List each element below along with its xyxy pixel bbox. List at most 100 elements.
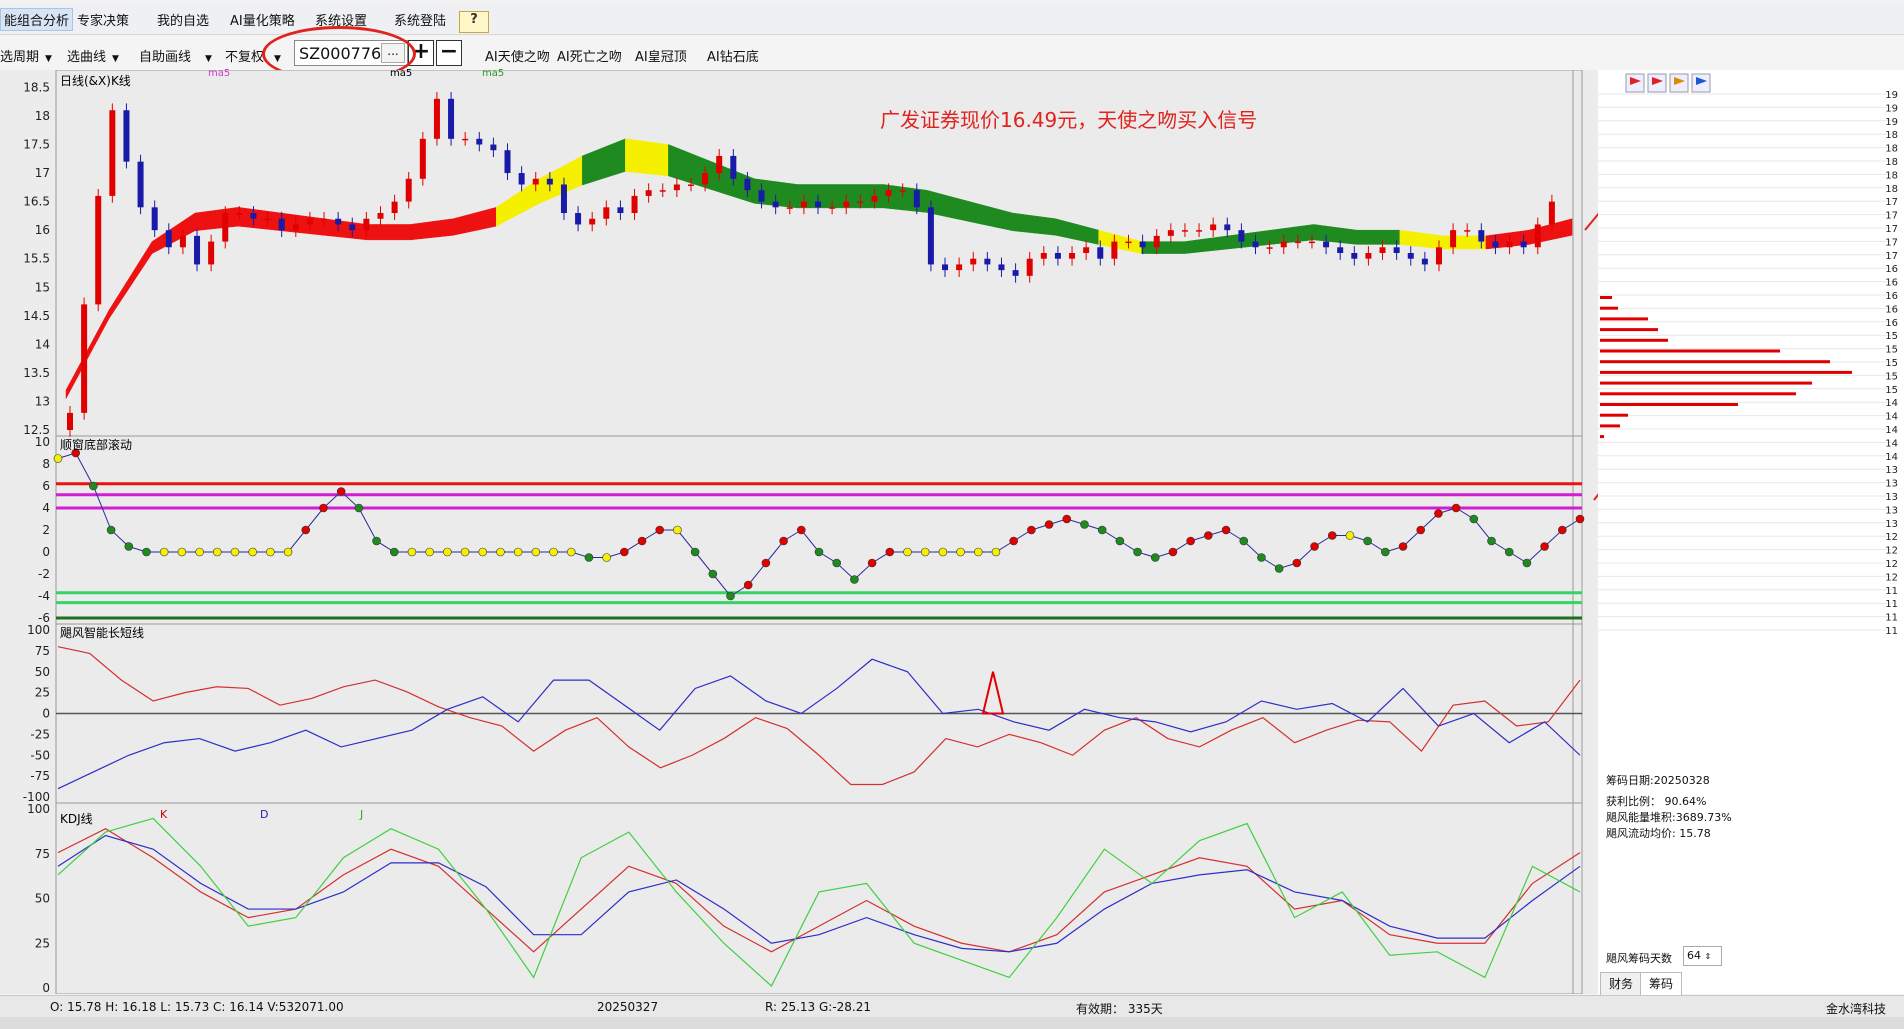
chip-price-label: 12 [1885, 559, 1898, 570]
kline-tick: 18 [35, 109, 50, 123]
candle-body [1054, 253, 1061, 259]
kdj-tick: 25 [35, 936, 50, 950]
candle-body [1435, 247, 1442, 265]
candle-body [1069, 253, 1076, 259]
osc-dot [1150, 553, 1160, 562]
stepper-arrows-icon: ⇕ [1704, 952, 1712, 961]
chart-area: 18.5 18 17.5 17 16.5 16 15.5 15 14.5 14 13.5 13 12.5… [0, 69, 1736, 995]
ls-tick: -50 [30, 748, 50, 762]
chip-price-label: 16 [1885, 304, 1898, 315]
ma-band-segment [1356, 229, 1401, 245]
kline-tick: 16 [35, 223, 50, 237]
osc-dot [372, 536, 381, 546]
osc-dot [1434, 509, 1443, 518]
chip-days-label: 飓风筹码天数 [1606, 952, 1672, 965]
panel-frame-3 [55, 802, 1583, 995]
curve-dropdown[interactable]: 选曲线 ▼ [67, 46, 119, 65]
chip-price-label: 15 [1885, 358, 1898, 369]
chip-price-label: 13 [1885, 479, 1898, 490]
osc-dot [584, 553, 594, 562]
candle-body [927, 207, 934, 265]
chip-price-label: 17 [1885, 211, 1898, 222]
chip-price-label: 13 [1885, 492, 1898, 503]
candle-body [772, 201, 779, 208]
osc-tick: -2 [38, 567, 50, 581]
osc-dot [991, 547, 1001, 557]
candle-body [702, 173, 709, 185]
candle-body [292, 224, 299, 231]
chip-price-label: 18 [1885, 144, 1898, 155]
menu-item-ai-strategy[interactable]: AI量化策略 [230, 10, 295, 29]
osc-dot [655, 525, 665, 535]
candle-body [843, 201, 850, 208]
menu-item-expert[interactable]: 专家决策 [77, 10, 129, 29]
candle-body [857, 201, 864, 204]
candle-body [137, 161, 144, 208]
osc-dot [637, 536, 647, 546]
osc-dot [1027, 525, 1036, 535]
candle-body [81, 304, 88, 413]
ai-diamond-bottom-button[interactable]: AI钻石底 [707, 46, 759, 65]
long-short-title: 飓风智能长短线 [60, 626, 145, 640]
chevron-down-icon: ▼ [45, 54, 52, 64]
candle-body [1224, 224, 1231, 231]
osc-dot [566, 547, 576, 557]
candle-body [800, 201, 807, 208]
chart-svg: 18.51817.51716.51615.51514.51413.51312.5… [23, 69, 1736, 995]
osc-dot [1168, 547, 1178, 557]
osc-dot [549, 547, 558, 557]
osc-dot [1292, 558, 1302, 568]
chip-price-label: 11 [1885, 599, 1898, 610]
candle-body [1294, 241, 1301, 244]
ma-band-segment [366, 224, 411, 241]
osc-dot [89, 481, 98, 491]
chip-price-label: 12 [1885, 546, 1898, 557]
draw-dropdown[interactable]: 自助画线 ▼ [139, 46, 212, 65]
kdj-k-label: K [160, 808, 168, 821]
candle-body [321, 218, 328, 221]
ls-tick: 75 [35, 644, 50, 658]
candle-body [1548, 201, 1555, 225]
candle-body [744, 178, 751, 191]
period-label: 选周期 [0, 50, 40, 65]
osc-tick: 8 [42, 457, 50, 471]
candle-body [264, 218, 271, 221]
period-dropdown[interactable]: 选周期 ▼ [0, 46, 52, 65]
candle-body [1097, 247, 1104, 259]
ai-death-kiss-button[interactable]: AI死亡之吻 [557, 46, 622, 65]
menu-item-watchlist[interactable]: 我的自选 [157, 10, 209, 29]
chip-bar [1600, 381, 1812, 385]
help-button[interactable]: ? [459, 11, 489, 33]
chip-bar [1600, 296, 1612, 299]
menu-item-portfolio[interactable]: 能组合分析 [0, 8, 74, 31]
candle-body [476, 138, 483, 145]
chip-price-label: 18 [1885, 170, 1898, 181]
menu-item-login[interactable]: 系统登陆 [394, 10, 446, 29]
candle-body [815, 201, 821, 208]
candle-body [391, 201, 398, 214]
kline-title: 日线(&X)K线 [60, 74, 131, 88]
chip-price-label: 14 [1885, 438, 1898, 449]
chip-bar [1600, 306, 1618, 310]
osc-dot [195, 547, 204, 557]
chip-days-stepper[interactable]: 64 ⇕ [1683, 946, 1722, 966]
chip-price-label: 11 [1885, 626, 1898, 637]
candle-body [1365, 253, 1372, 259]
ls-tick: 100 [27, 623, 50, 637]
chip-price-label: 17 [1885, 251, 1898, 262]
chip-bar [1600, 370, 1852, 374]
chip-price-label: 13 [1885, 519, 1898, 530]
osc-dot [531, 547, 541, 557]
candle-body [419, 138, 426, 179]
osc-dot [1257, 553, 1266, 562]
candle-body [1379, 247, 1386, 253]
ai-crown-top-button[interactable]: AI皇冠顶 [635, 46, 687, 65]
ai-angel-kiss-button[interactable]: AI天使之吻 [485, 46, 550, 65]
candle-body [631, 195, 638, 214]
candle-body [984, 258, 991, 265]
candle-body [1040, 253, 1047, 259]
cursor-date: 20250327 [597, 1000, 659, 1014]
osc-tick: 0 [42, 545, 50, 559]
zoom-out-button[interactable]: − [436, 40, 462, 66]
candle-body [1407, 253, 1414, 259]
